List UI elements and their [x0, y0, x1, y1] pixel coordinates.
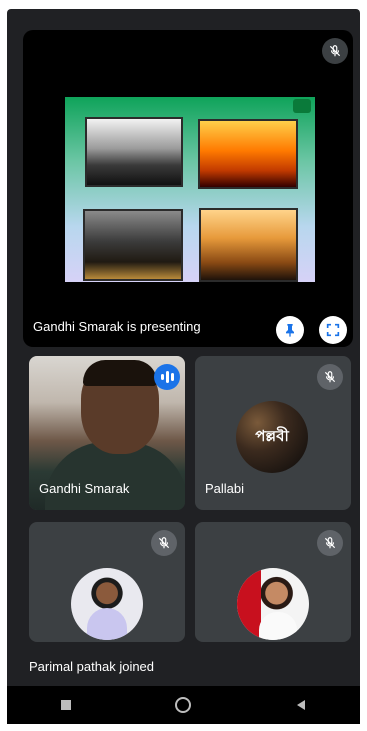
video-hair	[83, 360, 157, 386]
slide-photo	[199, 208, 298, 282]
participant-name: Pallabi	[205, 481, 245, 496]
slide-photo	[85, 117, 183, 187]
avatar-body	[259, 612, 297, 640]
recents-button[interactable]	[46, 690, 86, 720]
home-icon	[175, 697, 192, 713]
avatar	[237, 568, 309, 640]
avatar-text: পল্লবী	[255, 428, 289, 445]
meet-screen: Gandhi Smarak is presenting Gandhi Smara…	[7, 9, 360, 724]
pin-icon	[286, 324, 294, 337]
participant-tile[interactable]: পল্লবী Pallabi	[195, 356, 351, 510]
avatar	[71, 568, 143, 640]
presentation-tile[interactable]: Gandhi Smarak is presenting	[23, 30, 353, 347]
participant-name: Gandhi Smarak	[39, 481, 130, 496]
back-button[interactable]	[281, 690, 321, 720]
join-notification: Parimal pathak joined	[29, 659, 155, 674]
mic-off-icon	[317, 530, 343, 556]
slide-photo	[83, 209, 183, 281]
fullscreen-button[interactable]	[319, 316, 347, 344]
presenter-label: Gandhi Smarak is presenting	[33, 319, 201, 334]
android-nav-bar	[7, 686, 360, 724]
slide-logo	[293, 99, 311, 113]
fullscreen-icon	[326, 323, 340, 337]
participant-tile[interactable]: Gandhi Smarak	[29, 356, 185, 510]
pin-button[interactable]	[276, 316, 304, 344]
audio-wave-icon	[154, 364, 180, 390]
slide-photo	[198, 119, 298, 189]
back-icon	[297, 700, 306, 710]
avatar: পল্লবী	[236, 401, 308, 473]
mic-off-icon	[322, 38, 348, 64]
participant-tile[interactable]	[195, 522, 351, 642]
mic-off-icon	[151, 530, 177, 556]
recents-icon	[60, 700, 71, 710]
home-button[interactable]	[163, 690, 203, 720]
avatar-body	[87, 608, 127, 640]
participant-tile[interactable]	[29, 522, 185, 642]
mic-off-icon	[317, 364, 343, 390]
shared-slide	[65, 97, 315, 282]
avatar-scarf	[237, 568, 261, 640]
